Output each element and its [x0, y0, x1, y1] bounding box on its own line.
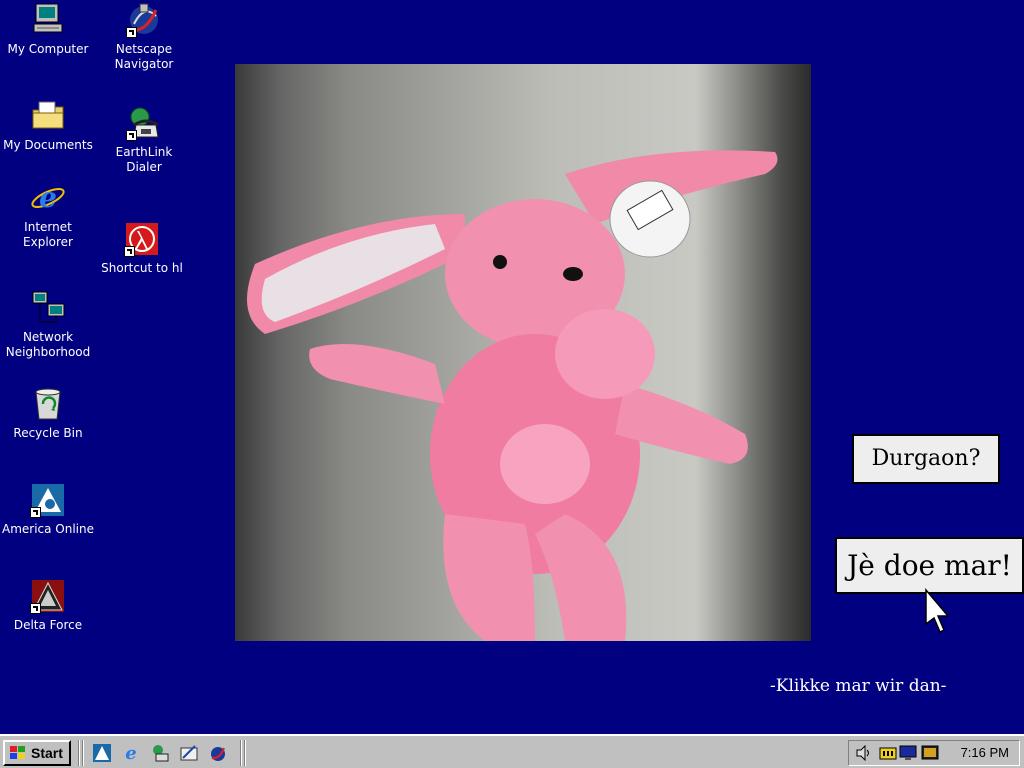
screen-icon[interactable]: [921, 745, 939, 761]
footer-caption: -Klikke mar wir dan-: [770, 676, 947, 696]
system-tray: 7:16 PM: [848, 740, 1020, 766]
desktop-icon-label: Network Neighborhood: [5, 330, 91, 359]
desktop: My Computer My Documents e Internet Expl…: [0, 0, 1024, 734]
durgaon-button[interactable]: Durgaon?: [852, 434, 1000, 484]
shortcut-arrow-icon: [30, 603, 41, 614]
ie-icon: e: [30, 180, 66, 216]
desktop-icon-my-computer[interactable]: My Computer: [0, 2, 96, 57]
battery-icon[interactable]: [879, 745, 897, 761]
half-life-icon: [124, 221, 160, 257]
computer-icon: [30, 2, 66, 38]
netscape-icon[interactable]: [208, 743, 228, 763]
earthlink-icon[interactable]: [150, 743, 170, 763]
start-button[interactable]: Start: [3, 740, 71, 766]
delta-force-icon: [30, 578, 66, 614]
desktop-icon-netscape-navigator[interactable]: Netscape Navigator: [96, 2, 192, 72]
network-icon: [30, 290, 66, 326]
shortcut-arrow-icon: [126, 27, 137, 38]
desktop-icon-my-documents[interactable]: My Documents: [0, 98, 96, 153]
desktop-icon-label: Netscape Navigator: [114, 42, 174, 71]
svg-text:e: e: [39, 181, 57, 214]
taskbar-separator: [78, 740, 80, 766]
windows-logo-icon: [9, 745, 27, 761]
desktop-icon-earthlink-dialer[interactable]: EarthLink Dialer: [96, 105, 192, 175]
desktop-icon-label: Recycle Bin: [13, 426, 83, 440]
aol-icon[interactable]: [92, 743, 112, 763]
doe-mar-button[interactable]: Jè doe mar!: [835, 537, 1024, 594]
taskbar: Start e 7:16 PM: [0, 734, 1024, 768]
taskbar-separator: [240, 740, 242, 766]
taskbar-separator: [82, 740, 84, 766]
bunny-photo: [235, 64, 811, 641]
desktop-icon-label: My Documents: [3, 138, 93, 152]
desktop-icon-america-online[interactable]: America Online: [0, 482, 96, 537]
netscape-icon: [126, 2, 162, 38]
svg-text:e: e: [125, 743, 136, 763]
recycle-bin-icon: [30, 386, 66, 422]
volume-icon[interactable]: [855, 744, 873, 762]
hand-cursor-icon: [922, 587, 952, 636]
ie-icon[interactable]: e: [121, 743, 141, 764]
desktop-icon-label: My Computer: [7, 42, 89, 56]
desktop-icon-recycle-bin[interactable]: Recycle Bin: [0, 386, 96, 441]
desktop-icon-label: EarthLink Dialer: [115, 145, 173, 174]
desktop-icon-label: Internet Explorer: [23, 220, 73, 249]
desktop-icon-label: Delta Force: [13, 618, 83, 632]
display-icon[interactable]: [899, 745, 917, 761]
desktop-icon-label: America Online: [1, 522, 95, 536]
outlook-icon[interactable]: [179, 743, 199, 763]
desktop-icon-network-neighborhood[interactable]: Network Neighborhood: [0, 290, 96, 360]
shortcut-arrow-icon: [30, 507, 41, 518]
taskbar-separator: [244, 740, 246, 766]
taskbar-clock[interactable]: 7:16 PM: [961, 745, 1009, 760]
desktop-icon-shortcut-to-hl[interactable]: Shortcut to hl: [94, 221, 190, 276]
desktop-icon-delta-force[interactable]: Delta Force: [0, 578, 96, 633]
start-label: Start: [31, 745, 63, 761]
aol-icon: [30, 482, 66, 518]
shortcut-arrow-icon: [126, 130, 137, 141]
phone-icon: [126, 105, 162, 141]
desktop-icon-label: Shortcut to hl: [101, 261, 183, 275]
desktop-icon-internet-explorer[interactable]: e Internet Explorer: [0, 180, 96, 250]
shortcut-arrow-icon: [124, 246, 135, 257]
folder-icon: [30, 98, 66, 134]
